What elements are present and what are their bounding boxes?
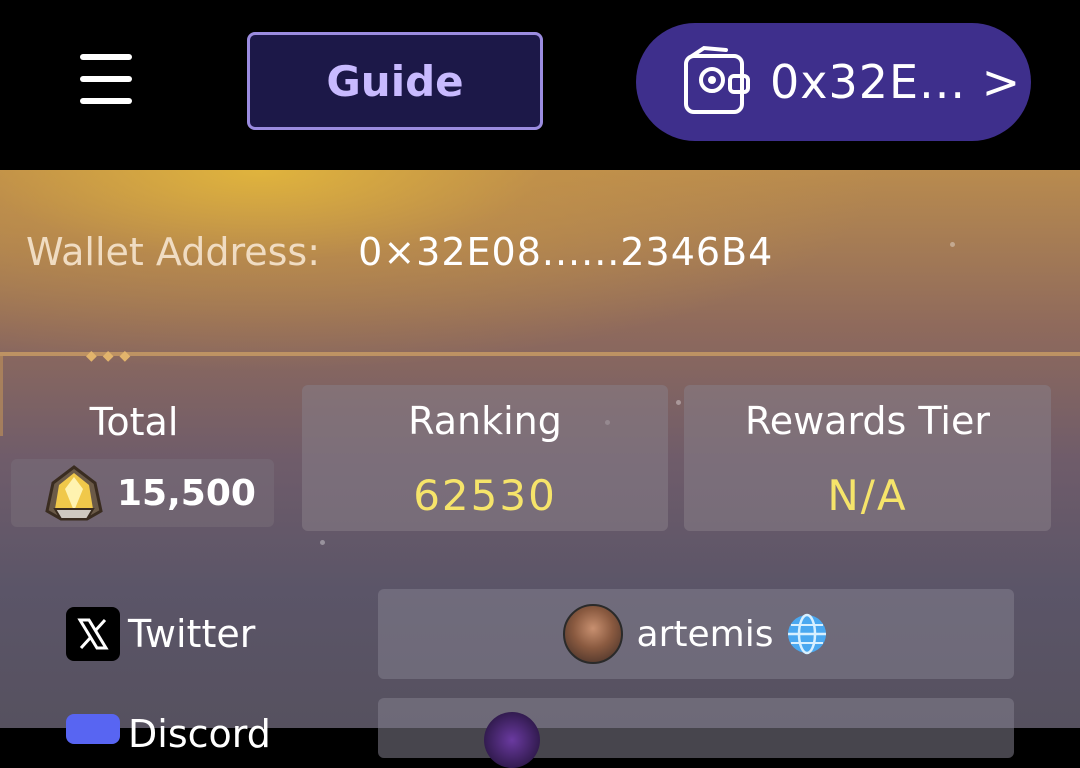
twitter-account-box[interactable]: artemis bbox=[378, 589, 1014, 679]
decor-speck bbox=[320, 540, 325, 545]
total-points-box: 15,500 bbox=[11, 459, 274, 527]
menu-icon[interactable] bbox=[80, 54, 134, 106]
ranking-card: Ranking 62530 bbox=[302, 385, 668, 531]
twitter-row: Twitter bbox=[66, 607, 255, 661]
avatar bbox=[484, 712, 540, 768]
total-label: Total bbox=[89, 400, 179, 444]
ranking-value: 62530 bbox=[413, 471, 557, 520]
decor-speck bbox=[950, 242, 955, 247]
decor-speck bbox=[676, 400, 681, 405]
rewards-tier-label: Rewards Tier bbox=[745, 399, 990, 443]
discord-logo-icon bbox=[66, 714, 120, 744]
divider-ornament: ◆◆◆ bbox=[86, 348, 137, 364]
twitter-username: artemis bbox=[636, 613, 774, 655]
discord-account-box[interactable] bbox=[378, 698, 1014, 758]
wallet-address-value: 0×32E08......2346B4 bbox=[358, 230, 774, 274]
twitter-label: Twitter bbox=[128, 612, 256, 656]
wallet-button[interactable]: 0x32E... > bbox=[636, 23, 1031, 141]
wallet-button-label: 0x32E... > bbox=[770, 55, 1022, 109]
wallet-icon bbox=[684, 45, 750, 114]
wallet-address-row: Wallet Address: 0×32E08......2346B4 bbox=[26, 230, 773, 274]
top-bar: Guide 0x32E... > bbox=[0, 0, 1080, 170]
wallet-address-label: Wallet Address: bbox=[26, 230, 321, 274]
crystal-icon bbox=[45, 465, 103, 521]
rewards-tier-value: N/A bbox=[827, 471, 908, 520]
ranking-label: Ranking bbox=[408, 399, 562, 443]
globe-icon bbox=[788, 613, 827, 655]
discord-label: Discord bbox=[128, 712, 271, 756]
rewards-tier-card: Rewards Tier N/A bbox=[684, 385, 1051, 531]
guide-button[interactable]: Guide bbox=[247, 32, 543, 130]
avatar bbox=[562, 604, 623, 664]
total-points-value: 15,500 bbox=[117, 472, 256, 514]
section-divider bbox=[0, 352, 1080, 356]
x-logo-icon bbox=[66, 607, 120, 661]
